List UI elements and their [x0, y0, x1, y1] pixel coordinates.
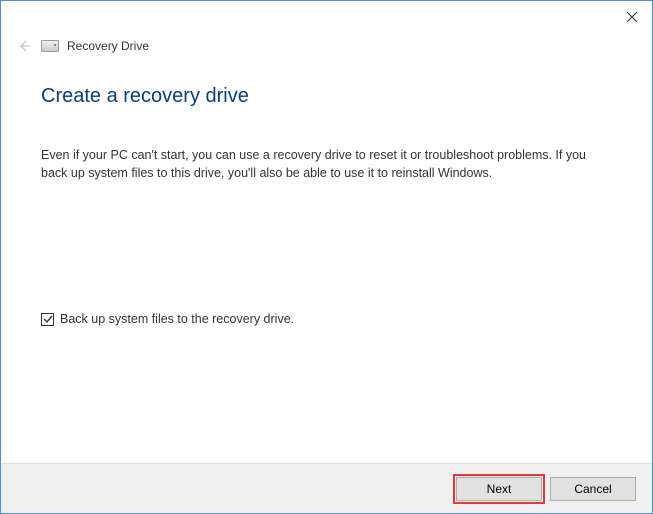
close-icon	[627, 12, 637, 22]
next-button[interactable]: Next	[456, 477, 542, 501]
cancel-button[interactable]: Cancel	[550, 477, 636, 501]
drive-icon	[41, 40, 59, 52]
content-area: Create a recovery drive Even if your PC …	[1, 65, 652, 326]
footer: Next Cancel	[1, 463, 652, 513]
page-heading: Create a recovery drive	[41, 85, 612, 108]
backup-checkbox-row[interactable]: Back up system files to the recovery dri…	[41, 312, 612, 326]
close-button[interactable]	[624, 9, 640, 25]
window-title: Recovery Drive	[67, 39, 149, 53]
backup-checkbox-label: Back up system files to the recovery dri…	[60, 312, 294, 326]
backup-checkbox[interactable]	[41, 313, 54, 326]
body-text: Even if your PC can't start, you can use…	[41, 146, 601, 182]
back-button[interactable]	[15, 37, 33, 55]
titlebar	[1, 1, 652, 33]
back-arrow-icon	[17, 39, 31, 53]
header-row: Recovery Drive	[1, 33, 652, 65]
checkmark-icon	[43, 314, 53, 324]
